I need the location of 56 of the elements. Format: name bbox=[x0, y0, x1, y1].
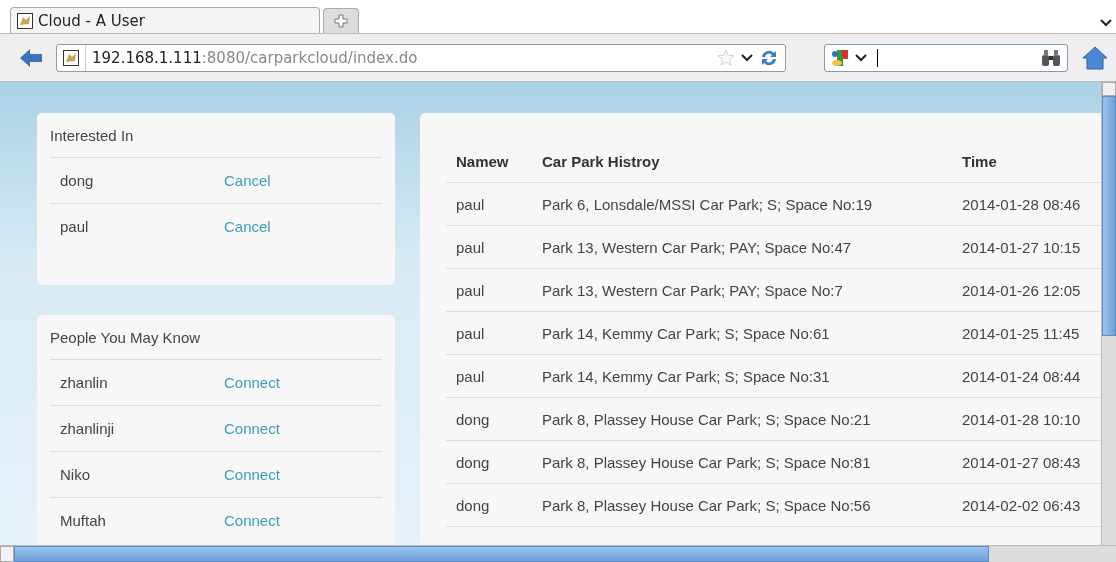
table-cell-text: paul bbox=[455, 324, 486, 342]
page-icon bbox=[17, 12, 33, 29]
person-name: dong bbox=[60, 172, 95, 189]
person-name: zhanlin bbox=[60, 374, 109, 391]
connect-link[interactable]: Connect bbox=[224, 512, 280, 529]
browser-tab[interactable]: Cloud - A User bbox=[10, 7, 320, 33]
table-cell-text: Park 13, Western Car Park; PAY; Space No:7 bbox=[541, 281, 844, 299]
table-cell-text: 2014-01-27 08:43 bbox=[961, 453, 1082, 471]
card-title: People You May Know bbox=[50, 329, 382, 360]
table-cell-text: 2014-01-25 11:45 bbox=[961, 324, 1081, 342]
vertical-scrollbar[interactable] bbox=[1101, 82, 1116, 545]
column-header: Namew bbox=[455, 152, 510, 170]
back-arrow-icon[interactable] bbox=[20, 47, 42, 68]
cancel-link[interactable]: Cancel bbox=[224, 172, 271, 189]
table-cell-text: dong bbox=[455, 410, 491, 428]
table-cell-text: 2014-01-28 10:10 bbox=[961, 410, 1082, 428]
table-cell-text: 2014-01-27 10:15 bbox=[961, 238, 1082, 256]
person-name: zhanlinji bbox=[60, 420, 116, 437]
person-name: Muftah bbox=[60, 512, 107, 529]
table-cell-text: paul bbox=[455, 238, 486, 256]
star-icon[interactable] bbox=[717, 48, 736, 67]
connect-link[interactable]: Connect bbox=[224, 466, 280, 483]
table-cell-text: Park 8, Plassey House Car Park; S; Space No:56 bbox=[541, 496, 872, 514]
table-cell-text: paul bbox=[455, 195, 486, 213]
column-header: Car Park Histroy bbox=[541, 152, 661, 170]
connect-link[interactable]: Connect bbox=[224, 420, 280, 437]
address-bar[interactable]: 192.168.1.111:8080/carparkcloud/index.do bbox=[56, 43, 787, 72]
cancel-link[interactable]: Cancel bbox=[224, 218, 271, 235]
table-cell-text: dong bbox=[455, 453, 491, 471]
table-cell-text: Park 14, Kemmy Car Park; S; Space No:61 bbox=[541, 324, 831, 342]
table-cell-text: dong bbox=[455, 496, 491, 514]
table-cell-text: paul bbox=[455, 367, 486, 385]
table-cell-text: Park 13, Western Car Park; PAY; Space No:47 bbox=[541, 238, 853, 256]
column-header: Time bbox=[961, 152, 998, 170]
search-field[interactable] bbox=[824, 43, 1068, 72]
person-name: Niko bbox=[60, 466, 91, 483]
table-cell-text: 2014-01-26 12:05 bbox=[961, 281, 1082, 299]
table-cell-text: paul bbox=[455, 281, 486, 299]
url-text: 192.168.1.111:8080/carparkcloud/index.do bbox=[92, 48, 418, 67]
table-cell-text: Park 8, Plassey House Car Park; S; Space No:21 bbox=[541, 410, 872, 428]
home-icon[interactable] bbox=[1082, 45, 1108, 70]
table-cell-text: 2014-01-24 08:44 bbox=[961, 367, 1082, 385]
table-cell-text: 2014-02-02 06:43 bbox=[961, 496, 1082, 514]
new-tab-button[interactable] bbox=[323, 8, 359, 33]
chevron-down-icon[interactable] bbox=[855, 53, 868, 62]
horizontal-scrollbar[interactable] bbox=[0, 545, 1116, 562]
table-cell-text: Park 8, Plassey House Car Park; S; Space No:81 bbox=[541, 453, 872, 471]
binoculars-icon[interactable] bbox=[1041, 48, 1061, 67]
chevron-down-icon[interactable] bbox=[741, 53, 754, 62]
person-name: paul bbox=[60, 218, 90, 235]
card-title: Interested In bbox=[50, 127, 382, 158]
table-cell-text: 2014-01-28 08:46 bbox=[961, 195, 1082, 213]
table-cell-text: Park 14, Kemmy Car Park; S; Space No:31 bbox=[541, 367, 831, 385]
plus-icon bbox=[334, 14, 348, 28]
connect-link[interactable]: Connect bbox=[224, 374, 280, 391]
table-cell-text: Park 6, Lonsdale/MSSI Car Park; S; Space No:19 bbox=[541, 195, 874, 213]
